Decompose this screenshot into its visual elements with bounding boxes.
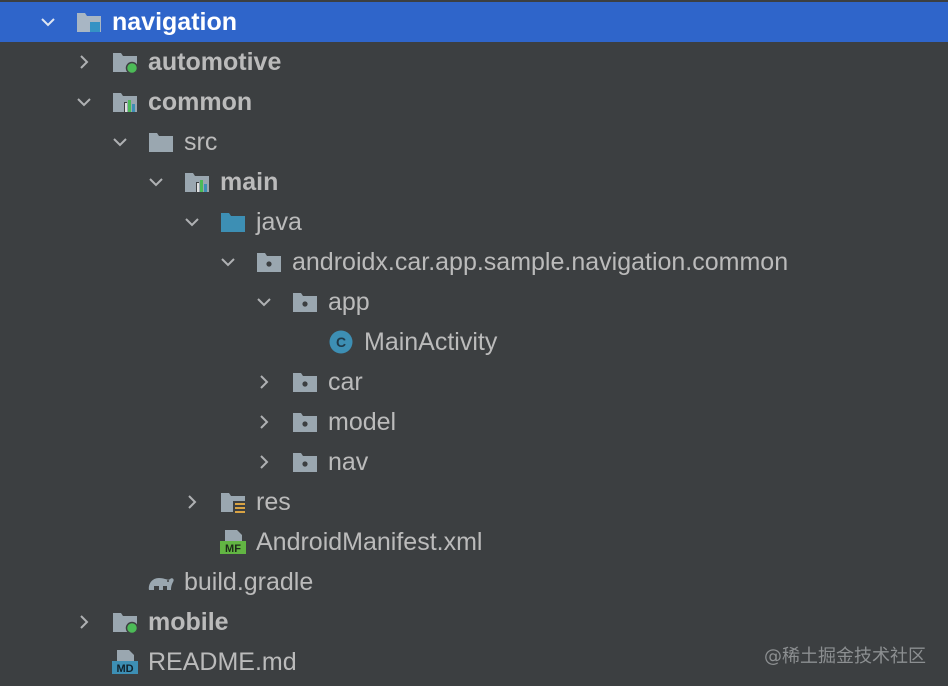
chevron-down-icon[interactable] [38, 12, 58, 32]
watermark: @稀土掘金技术社区 [764, 646, 926, 667]
markdown-file-icon: MD [112, 650, 138, 674]
tree-item-mainactivity[interactable]: C MainActivity [0, 322, 948, 362]
tree-item-common[interactable]: common [0, 82, 948, 122]
package-icon [292, 290, 318, 314]
tree-item-automotive[interactable]: automotive [0, 42, 948, 82]
tree-item-res[interactable]: res [0, 482, 948, 522]
source-root-folder-icon [220, 210, 246, 234]
tree-item-car[interactable]: car [0, 362, 948, 402]
tree-item-label: navigation [112, 8, 238, 36]
package-icon [292, 370, 318, 394]
chevron-down-icon[interactable] [218, 252, 238, 272]
source-set-folder-icon [184, 170, 210, 194]
tree-item-build-gradle[interactable]: build.gradle [0, 562, 948, 602]
gradle-file-icon [146, 570, 176, 594]
tree-item-android-manifest[interactable]: MF AndroidManifest.xml [0, 522, 948, 562]
tree-item-java[interactable]: java [0, 202, 948, 242]
chevron-down-icon[interactable] [110, 132, 130, 152]
tree-item-package-common[interactable]: androidx.car.app.sample.navigation.commo… [0, 242, 948, 282]
tree-item-label: androidx.car.app.sample.navigation.commo… [292, 248, 789, 276]
module-folder-icon [76, 10, 102, 34]
project-tree: navigation automotive common src main ja… [0, 2, 948, 682]
chevron-right-icon[interactable] [74, 612, 94, 632]
chevron-down-icon[interactable] [182, 212, 202, 232]
tree-item-mobile[interactable]: mobile [0, 602, 948, 642]
manifest-file-icon: MF [220, 530, 246, 554]
tree-item-nav[interactable]: nav [0, 442, 948, 482]
tree-item-label: main [220, 168, 279, 196]
tree-item-label: mobile [148, 608, 229, 636]
java-class-icon: C [328, 330, 354, 354]
chevron-right-icon[interactable] [182, 492, 202, 512]
tree-item-label: src [184, 128, 218, 156]
tree-item-label: build.gradle [184, 568, 314, 596]
tree-item-label: res [256, 488, 291, 516]
tree-item-label: app [328, 288, 370, 316]
tree-item-label: car [328, 368, 363, 396]
package-icon [292, 450, 318, 474]
markdown-badge: MD [116, 663, 133, 674]
package-icon [256, 250, 282, 274]
resources-folder-icon [220, 490, 246, 514]
manifest-badge: MF [225, 543, 241, 554]
tree-item-label: common [148, 88, 253, 116]
tree-item-label: model [328, 408, 397, 436]
chevron-right-icon[interactable] [254, 452, 274, 472]
tree-item-src[interactable]: src [0, 122, 948, 162]
tree-item-model[interactable]: model [0, 402, 948, 442]
tree-item-label: README.md [148, 648, 297, 676]
tree-item-navigation[interactable]: navigation [0, 2, 948, 42]
class-letter: C [336, 334, 346, 350]
tree-item-label: MainActivity [364, 328, 498, 356]
chevron-right-icon[interactable] [254, 372, 274, 392]
chevron-right-icon[interactable] [74, 52, 94, 72]
chevron-right-icon[interactable] [254, 412, 274, 432]
chevron-down-icon[interactable] [74, 92, 94, 112]
app-module-folder-icon [112, 50, 138, 74]
tree-item-label: AndroidManifest.xml [256, 528, 483, 556]
library-module-folder-icon [112, 90, 138, 114]
tree-item-label: java [256, 208, 302, 236]
app-module-folder-icon [112, 610, 138, 634]
tree-item-app[interactable]: app [0, 282, 948, 322]
chevron-down-icon[interactable] [146, 172, 166, 192]
chevron-down-icon[interactable] [254, 292, 274, 312]
folder-icon [148, 130, 174, 154]
tree-item-main[interactable]: main [0, 162, 948, 202]
package-icon [292, 410, 318, 434]
tree-item-label: nav [328, 448, 369, 476]
tree-item-label: automotive [148, 48, 282, 76]
